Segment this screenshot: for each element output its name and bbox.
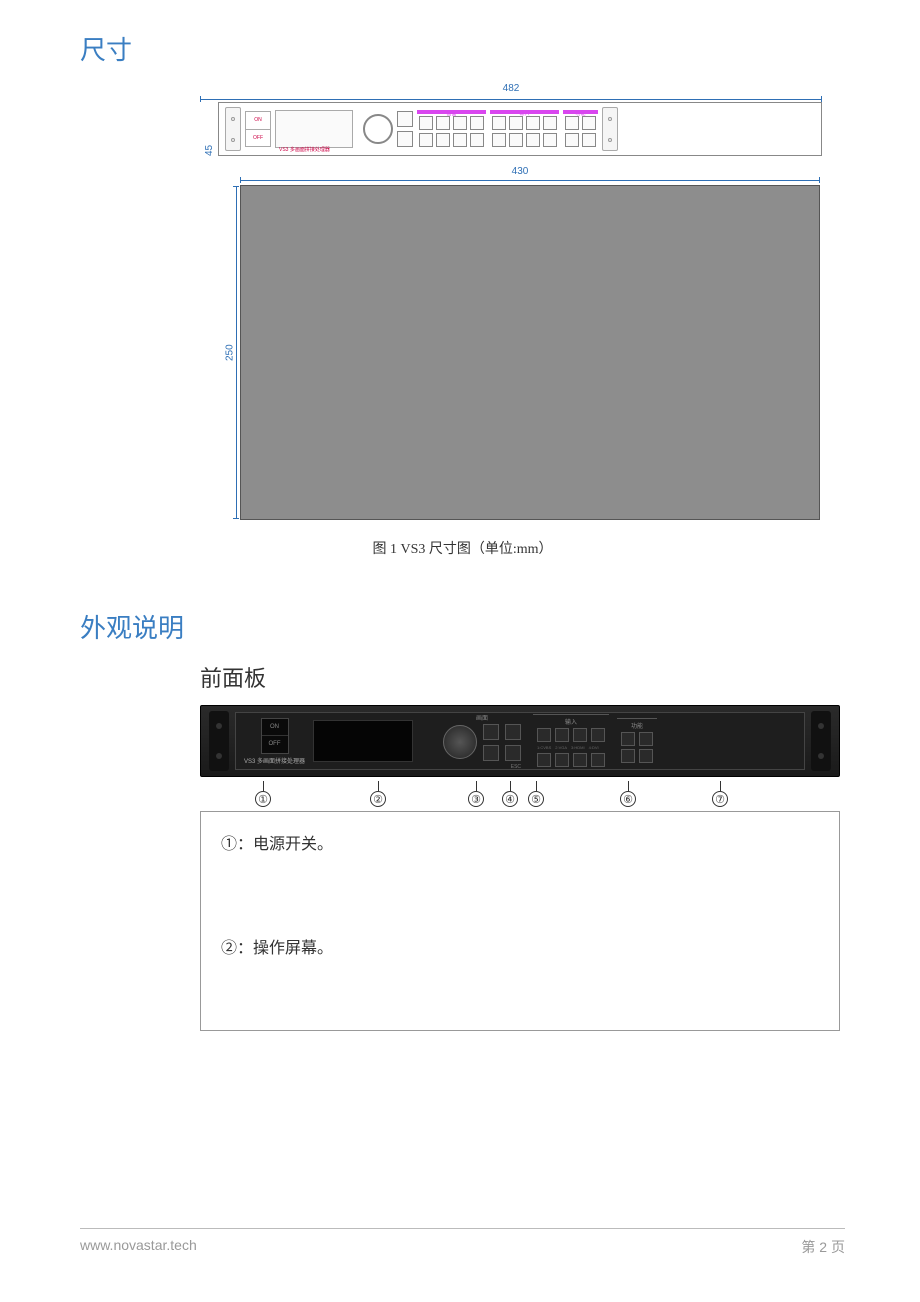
photo-nav-esc	[505, 745, 521, 761]
footer-url: www.novastar.tech	[80, 1237, 197, 1257]
knob-outline	[363, 114, 393, 144]
footer-page: 第 2 页	[801, 1237, 845, 1257]
figure-caption-1: 图 1 VS3 尺寸图（单位:mm）	[80, 538, 845, 558]
top-view-box	[240, 185, 820, 520]
photo-func-group: 功能	[617, 718, 657, 765]
callout-5: ⑤	[528, 781, 544, 807]
power-on-label: ON	[246, 112, 270, 130]
heading-appearance: 外观说明	[80, 608, 845, 645]
heading-front-panel: 前面板	[200, 661, 845, 693]
photo-power-switch: ON OFF	[261, 718, 289, 754]
power-switch-outline: ON OFF	[245, 111, 271, 147]
photo-nav-enter	[505, 724, 521, 740]
photo-nav-up	[483, 724, 499, 740]
func-group-outline: 功能	[563, 110, 598, 149]
front-panel-outline: ON OFF 画面 输入 功能	[218, 102, 822, 156]
power-off-label: OFF	[246, 130, 270, 147]
dim-height-front: 45	[204, 102, 215, 156]
callout-7: ⑦	[712, 781, 728, 807]
photo-model-label: VS3 多画面拼接处理器	[244, 756, 305, 765]
desc-item-1: ①：电源开关。	[221, 830, 819, 854]
front-panel-photo: ON OFF VS3 多画面拼接处理器 画面	[200, 705, 840, 811]
description-box: ①：电源开关。 ②：操作屏幕。	[200, 811, 840, 1031]
photo-image-group: 画面 ESC	[439, 711, 525, 772]
nav-buttons-outline	[397, 111, 413, 147]
input-group-outline: 输入	[490, 110, 559, 149]
photo-input-group: 输入 1:CVBS2:VGA3:HDMI4:DVI	[533, 714, 609, 769]
photo-knob	[443, 725, 477, 759]
callout-4: ④	[502, 781, 518, 807]
mounting-ear-right	[602, 107, 618, 151]
photo-nav-down	[483, 745, 499, 761]
mounting-ear-left	[225, 107, 241, 151]
dim-width-body: 430	[220, 166, 820, 177]
photo-lcd	[313, 720, 413, 762]
callout-6: ⑥	[620, 781, 636, 807]
page-footer: www.novastar.tech 第 2 页	[80, 1228, 845, 1257]
desc-item-2: ②：操作屏幕。	[221, 934, 819, 958]
photo-ear-left	[209, 711, 229, 771]
heading-dimensions: 尺寸	[80, 30, 845, 67]
model-label-outline: VS3 多画面拼接处理器	[279, 146, 330, 153]
callout-3: ③	[468, 781, 484, 807]
photo-ear-right	[811, 711, 831, 771]
dimension-diagram: 482 45 ON OFF 画面	[200, 83, 822, 156]
lcd-outline	[275, 110, 353, 148]
callout-row: ① ② ③ ④ ⑤ ⑥ ⑦	[200, 781, 840, 811]
dim-width-full: 482	[200, 83, 822, 94]
callout-1: ①	[255, 781, 271, 807]
image-group-outline: 画面	[417, 110, 486, 149]
callout-2: ②	[370, 781, 386, 807]
depth-diagram: 430 250	[220, 166, 820, 520]
